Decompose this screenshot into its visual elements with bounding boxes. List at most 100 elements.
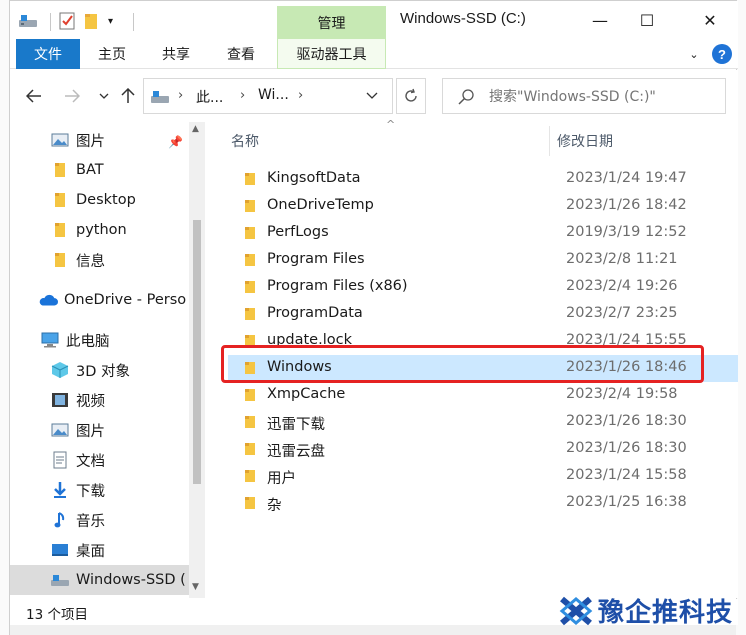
table-row-selected[interactable]: Windows 2023/1/26 18:46 <box>228 355 738 382</box>
address-dropdown-icon[interactable] <box>366 90 378 103</box>
file-name: OneDriveTemp <box>267 197 374 213</box>
table-row[interactable]: PerfLogs 2019/3/19 12:52 <box>228 220 738 247</box>
file-name: 杂 <box>267 498 282 514</box>
nav-item-windows-ssd[interactable]: Windows-SSD ( <box>10 565 190 595</box>
table-row[interactable]: 迅雷云盘 2023/1/26 18:30 <box>228 436 738 463</box>
file-name: Windows <box>267 359 332 375</box>
item-count: 13 个项目 <box>26 607 88 623</box>
file-list: ^ 名称 修改日期 KingsoftData 2023/1/24 19:47 O… <box>214 118 738 598</box>
help-icon[interactable]: ? <box>712 44 732 64</box>
nav-item-label: OneDrive - Perso <box>64 292 187 308</box>
nav-item-label: 下载 <box>76 483 105 500</box>
quick-access-separator <box>50 13 51 31</box>
nav-item-pictures[interactable]: 图片 <box>10 415 190 445</box>
tab-file[interactable]: 文件 <box>16 39 80 69</box>
table-row[interactable]: 杂 2023/1/25 16:38 <box>228 490 738 517</box>
search-input[interactable] <box>489 87 719 107</box>
file-name: update.lock <box>267 332 352 348</box>
scrollbar-thumb[interactable] <box>193 220 201 484</box>
nav-item-music[interactable]: 音乐 <box>10 505 190 535</box>
file-date: 2023/2/8 11:21 <box>566 251 678 267</box>
nav-item-videos[interactable]: 视频 <box>10 385 190 415</box>
address-bar[interactable]: › 此... › Wi... › <box>143 78 393 114</box>
column-header-date[interactable]: 修改日期 <box>557 122 613 160</box>
scroll-down-icon[interactable]: ▼ <box>192 582 199 592</box>
breadcrumb-separator[interactable]: › <box>298 88 303 103</box>
recent-locations-chevron-icon[interactable] <box>92 84 116 108</box>
window-title: Windows-SSD (C:) <box>400 10 526 27</box>
videos-icon <box>50 391 70 409</box>
breadcrumb-windows-ssd[interactable]: Wi... <box>258 87 289 103</box>
column-divider[interactable] <box>549 126 550 156</box>
nav-item-desktop-folder[interactable]: Desktop <box>10 185 190 215</box>
column-header-name[interactable]: 名称 <box>231 122 259 160</box>
nav-item-downloads[interactable]: 下载 <box>10 475 190 505</box>
nav-item-documents[interactable]: 文档 <box>10 445 190 475</box>
nav-item-label: Windows-SSD ( <box>76 572 186 588</box>
tab-share[interactable]: 共享 <box>148 39 204 69</box>
breadcrumb-separator[interactable]: › <box>240 88 245 103</box>
manage-contextual-tab[interactable]: 管理 <box>277 6 386 39</box>
drive-icon[interactable] <box>18 11 40 31</box>
file-date: 2023/1/25 16:38 <box>566 494 687 510</box>
expand-ribbon-chevron-icon[interactable]: ⌄ <box>686 46 702 62</box>
nav-item-label: 图片 <box>76 133 105 150</box>
customize-toolbar-chevron-icon[interactable]: ▾ <box>108 11 120 31</box>
up-button[interactable] <box>116 84 140 108</box>
folder-icon <box>244 334 260 348</box>
title-bar: ▾ 管理 Windows-SSD (C:) — ☐ ✕ <box>10 1 738 39</box>
search-icon <box>457 88 475 106</box>
nav-item-label: 信息 <box>76 253 105 270</box>
nav-item-this-pc[interactable]: 此电脑 <box>10 325 190 355</box>
table-row[interactable]: ProgramData 2023/2/7 23:25 <box>228 301 738 328</box>
breadcrumb-separator[interactable]: › <box>178 88 183 103</box>
breadcrumb-this-pc[interactable]: 此... <box>196 87 223 107</box>
table-row[interactable]: Program Files 2023/2/8 11:21 <box>228 247 738 274</box>
table-row[interactable]: 用户 2023/1/24 15:58 <box>228 463 738 490</box>
new-folder-icon[interactable] <box>84 11 100 31</box>
onedrive-icon <box>38 291 58 309</box>
file-name: 用户 <box>267 471 296 487</box>
nav-item-python[interactable]: python <box>10 215 190 245</box>
maximize-button[interactable]: ☐ <box>624 7 670 33</box>
file-name: PerfLogs <box>267 224 329 240</box>
tab-view[interactable]: 查看 <box>210 39 272 69</box>
close-button[interactable]: ✕ <box>687 7 733 33</box>
table-row[interactable]: OneDriveTemp 2023/1/26 18:42 <box>228 193 738 220</box>
table-row[interactable]: 迅雷下载 2023/1/26 18:30 <box>228 409 738 436</box>
table-row[interactable]: update.lock 2023/1/24 15:55 <box>228 328 738 355</box>
pin-icon[interactable]: 📌 <box>168 135 183 149</box>
folder-icon <box>50 251 70 269</box>
nav-item-pictures-quick[interactable]: 图片 <box>10 125 190 155</box>
tab-drive-tools[interactable]: 驱动器工具 <box>277 39 386 69</box>
downloads-icon <box>50 481 70 499</box>
properties-icon[interactable] <box>58 11 78 31</box>
table-row[interactable]: KingsoftData 2023/1/24 19:47 <box>228 166 738 193</box>
folder-icon <box>244 361 260 375</box>
scroll-up-icon[interactable]: ▲ <box>192 124 199 134</box>
search-box[interactable] <box>442 78 726 114</box>
table-row[interactable]: XmpCache 2023/2/4 19:58 <box>228 382 738 409</box>
navigation-scrollbar[interactable]: ▲ ▼ <box>189 122 205 598</box>
file-date: 2023/1/24 19:47 <box>566 170 687 186</box>
file-explorer-window: ▾ 管理 Windows-SSD (C:) — ☐ ✕ 文件 主页 共享 查看 … <box>9 0 738 625</box>
back-button[interactable] <box>22 84 46 108</box>
file-date: 2023/1/26 18:46 <box>566 359 687 375</box>
nav-item-bat[interactable]: BAT <box>10 155 190 185</box>
file-name: KingsoftData <box>267 170 361 186</box>
file-date: 2023/2/7 23:25 <box>566 305 678 321</box>
tab-home[interactable]: 主页 <box>82 39 142 69</box>
sort-ascending-icon: ^ <box>386 118 396 131</box>
nav-item-desktop[interactable]: 桌面 <box>10 535 190 565</box>
nav-item-3d-objects[interactable]: 3D 对象 <box>10 355 190 385</box>
arrow-right-icon <box>65 89 80 103</box>
minimize-button[interactable]: — <box>577 7 623 33</box>
nav-item-onedrive[interactable]: OneDrive - Perso <box>10 285 190 315</box>
forward-button[interactable] <box>60 84 84 108</box>
refresh-icon <box>405 88 417 102</box>
3d-objects-icon <box>50 361 70 379</box>
refresh-button[interactable] <box>396 78 426 114</box>
table-row[interactable]: Program Files (x86) 2023/2/4 19:26 <box>228 274 738 301</box>
pictures-icon <box>50 131 70 149</box>
nav-item-info[interactable]: 信息 <box>10 245 190 275</box>
